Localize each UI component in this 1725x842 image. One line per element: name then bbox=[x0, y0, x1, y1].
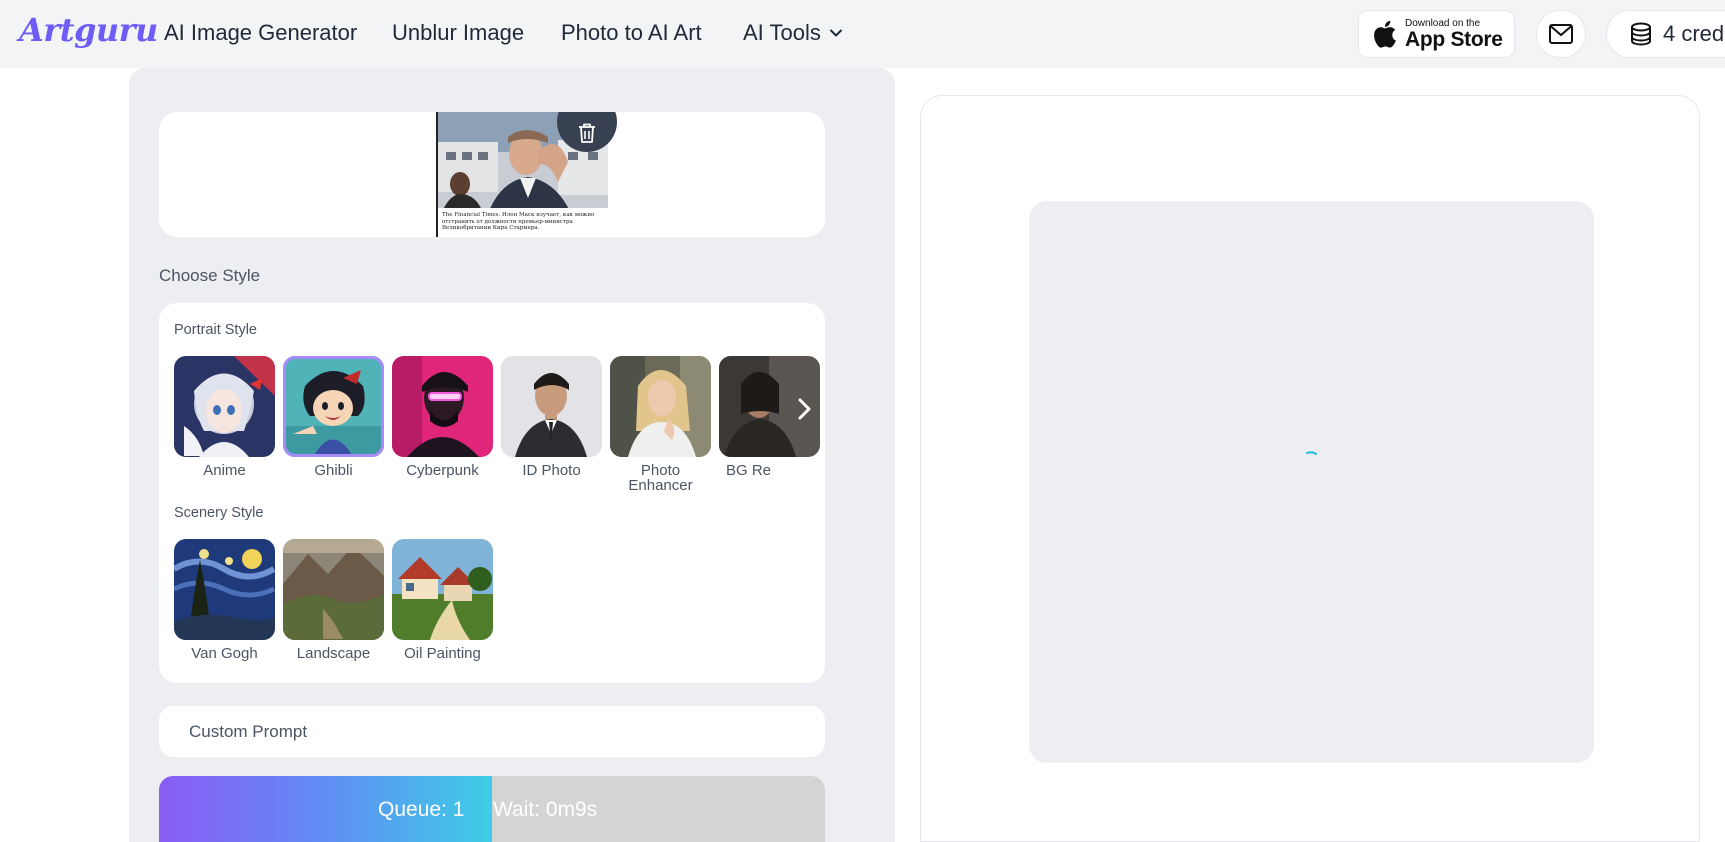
nav-ai-tools-label: AI Tools bbox=[743, 20, 821, 45]
app-store-small-text: Download on the bbox=[1405, 17, 1481, 29]
custom-prompt-label: Custom Prompt bbox=[189, 721, 308, 741]
mail-button[interactable] bbox=[1536, 10, 1586, 58]
landscape-thumbnail bbox=[283, 539, 384, 640]
chevron-right-icon bbox=[798, 398, 811, 420]
result-panel bbox=[920, 95, 1700, 842]
custom-prompt-button[interactable]: Custom Prompt bbox=[159, 706, 825, 757]
app-store-big-text: App Store bbox=[1405, 27, 1503, 51]
style-label-id-photo: ID Photo bbox=[522, 462, 581, 479]
style-tile-anime[interactable]: Anime bbox=[174, 356, 275, 478]
anime-thumbnail bbox=[174, 356, 275, 457]
oil-painting-thumbnail bbox=[392, 539, 493, 640]
style-label-landscape: Landscape bbox=[296, 645, 371, 662]
cyberpunk-thumbnail bbox=[392, 356, 493, 457]
style-tile-photo-enhancer[interactable]: Photo Enhancer bbox=[610, 356, 711, 493]
coins-icon bbox=[1631, 22, 1651, 46]
portrait-style-label: Portrait Style bbox=[174, 322, 257, 338]
style-label-anime: Anime bbox=[203, 462, 246, 479]
uploaded-image-card: The Financial Times. Илон Маск изучает, … bbox=[159, 112, 825, 237]
nav-ai-image-generator[interactable]: AI Image Generator bbox=[164, 20, 357, 46]
result-preview-area bbox=[1029, 201, 1594, 763]
chevron-down-icon bbox=[829, 29, 842, 37]
editor-panel: The Financial Times. Илон Маск изучает, … bbox=[129, 68, 895, 842]
choose-style-heading: Choose Style bbox=[159, 266, 261, 285]
nav-ai-tools-dropdown[interactable]: AI Tools bbox=[743, 20, 843, 46]
photo-caption-text: The Financial Times. Илон Маск изучает, … bbox=[442, 212, 595, 231]
style-label-ghibli: Ghibli bbox=[314, 462, 353, 479]
credits-text: 4 cred bbox=[1663, 21, 1725, 46]
style-picker-card: Portrait Style Anime Ghibli Cyberpunk ID… bbox=[159, 303, 825, 683]
style-label-bg-remover: BG Re bbox=[726, 462, 772, 479]
credits-button[interactable]: 4 cred bbox=[1606, 10, 1725, 58]
nav-photo-to-ai-art[interactable]: Photo to AI Art bbox=[561, 20, 702, 46]
style-tile-van-gogh[interactable]: Van Gogh bbox=[174, 539, 275, 661]
queue-wait-text: Wait: 0m9s bbox=[493, 798, 598, 821]
style-tile-oil-painting[interactable]: Oil Painting bbox=[392, 539, 493, 661]
apple-icon bbox=[1374, 20, 1396, 48]
top-navigation-bar: Artguru AI Image Generator Unblur Image … bbox=[0, 0, 1725, 68]
id-photo-thumbnail bbox=[501, 356, 602, 457]
scenery-style-label: Scenery Style bbox=[174, 505, 264, 521]
app-store-button[interactable]: Download on the App Store bbox=[1358, 10, 1515, 58]
style-tile-ghibli[interactable]: Ghibli bbox=[283, 356, 384, 478]
style-label-photo-enhancer: Photo Enhancer bbox=[628, 462, 693, 494]
nav-unblur-image[interactable]: Unblur Image bbox=[392, 20, 524, 46]
mail-icon bbox=[1549, 24, 1573, 44]
artguru-logo[interactable]: Artguru bbox=[19, 11, 158, 49]
style-tile-cyberpunk[interactable]: Cyberpunk bbox=[392, 356, 493, 478]
queue-position-text: Queue: 1 bbox=[378, 798, 465, 821]
photo-enhancer-thumbnail bbox=[610, 356, 711, 457]
next-styles-button[interactable] bbox=[792, 395, 816, 423]
style-tile-id-photo[interactable]: ID Photo bbox=[501, 356, 602, 478]
trash-icon bbox=[579, 123, 595, 143]
ghibli-thumbnail bbox=[283, 356, 384, 457]
style-label-van-gogh: Van Gogh bbox=[191, 645, 258, 662]
style-label-oil-painting: Oil Painting bbox=[404, 645, 481, 662]
loading-spinner-icon bbox=[1305, 449, 1321, 465]
queue-progress-bar: Queue: 1 Wait: 0m9s bbox=[159, 776, 825, 842]
style-label-cyberpunk: Cyberpunk bbox=[406, 462, 479, 479]
style-tile-landscape[interactable]: Landscape bbox=[283, 539, 384, 661]
van-gogh-thumbnail bbox=[174, 539, 275, 640]
